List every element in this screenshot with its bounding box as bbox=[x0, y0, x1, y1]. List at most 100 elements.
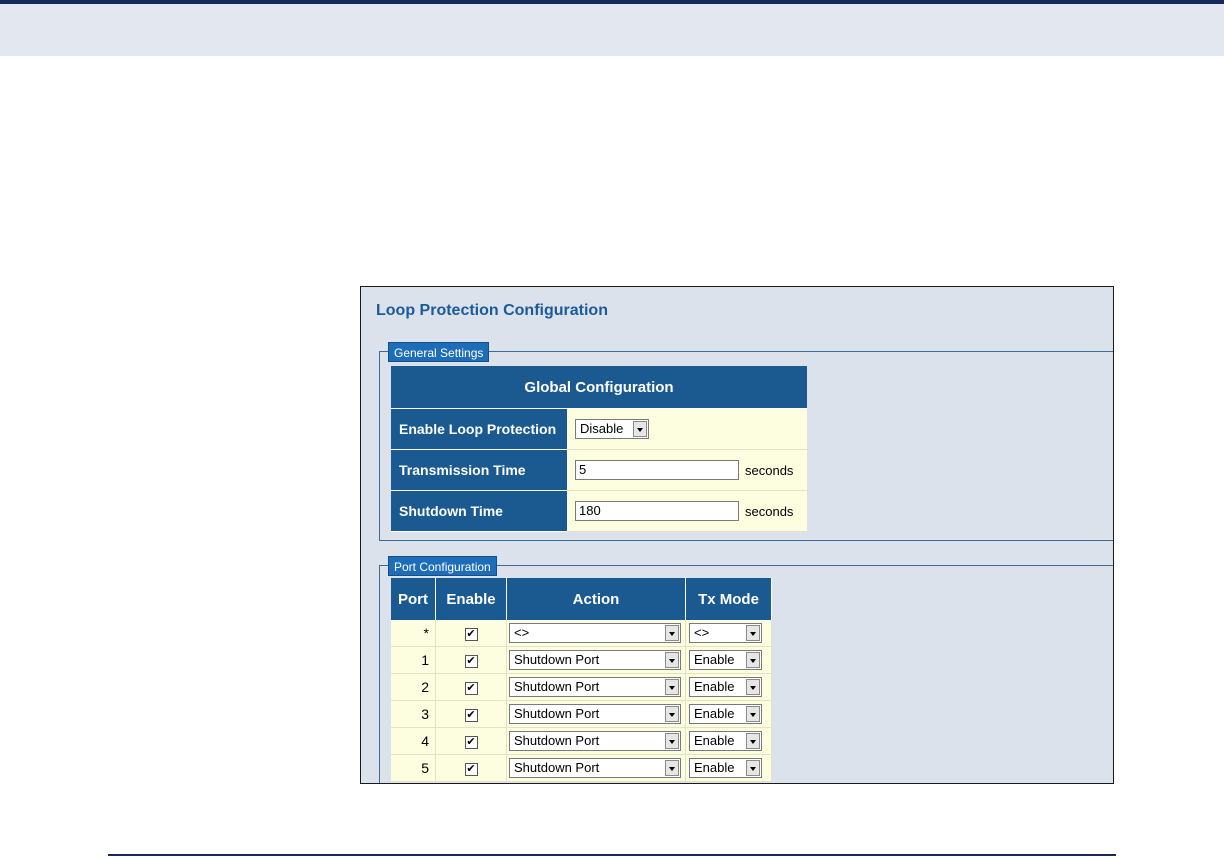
port-number: 1 bbox=[391, 646, 436, 674]
tx-mode-cell: Enable bbox=[685, 700, 772, 728]
checkbox-checked-icon[interactable]: ✔ bbox=[464, 735, 478, 749]
global-configuration-table: Global Configuration Enable Loop Protect… bbox=[391, 366, 807, 532]
action-select[interactable]: Shutdown Port bbox=[509, 731, 681, 751]
enable-cell: ✔ bbox=[435, 646, 507, 674]
port-configuration-legend: Port Configuration bbox=[388, 556, 497, 576]
page-title: Loop Protection Configuration bbox=[376, 302, 608, 319]
action-select[interactable]: <> bbox=[509, 623, 681, 643]
transmission-time-cell: 5 seconds bbox=[567, 449, 807, 491]
tx-mode-select[interactable]: Enable bbox=[689, 731, 762, 751]
port-number: 2 bbox=[391, 673, 436, 701]
tx-mode-value: Enable bbox=[694, 679, 735, 694]
enable-cell: ✔ bbox=[435, 754, 507, 782]
tx-mode-value: Enable bbox=[694, 760, 735, 775]
footer-rule bbox=[108, 854, 1116, 856]
tx-mode-select[interactable]: Enable bbox=[689, 677, 762, 697]
enable-loop-protection-select[interactable]: Disable bbox=[575, 419, 649, 439]
table-row: 3 ✔ Shutdown Port Enable bbox=[391, 700, 772, 728]
action-select[interactable]: Shutdown Port bbox=[509, 677, 681, 697]
action-cell: Shutdown Port bbox=[506, 673, 686, 701]
screenshot-panel: Loop Protection Configuration General Se… bbox=[360, 286, 1114, 784]
chevron-down-icon[interactable] bbox=[665, 706, 679, 722]
action-value: Shutdown Port bbox=[514, 706, 600, 721]
chevron-down-icon[interactable] bbox=[665, 679, 679, 695]
column-header-port: Port bbox=[391, 578, 436, 620]
enable-cell: ✔ bbox=[435, 700, 507, 728]
action-cell: Shutdown Port bbox=[506, 727, 686, 755]
checkbox-checked-icon[interactable]: ✔ bbox=[464, 708, 478, 722]
port-configuration-fieldset: Port Configuration Port Enable Action Tx… bbox=[379, 556, 1113, 783]
chevron-down-icon[interactable] bbox=[746, 625, 760, 641]
tx-mode-value: <> bbox=[694, 625, 710, 640]
enable-cell: ✔ bbox=[435, 727, 507, 755]
checkbox-checked-icon[interactable]: ✔ bbox=[464, 681, 478, 695]
column-header-action: Action bbox=[506, 578, 686, 620]
enable-loop-protection-label: Enable Loop Protection bbox=[391, 408, 567, 450]
column-header-tx-mode: Tx Mode bbox=[685, 578, 772, 620]
table-row: 1 ✔ Shutdown Port Enable bbox=[391, 646, 772, 674]
chevron-down-icon[interactable] bbox=[665, 733, 679, 749]
action-value: Shutdown Port bbox=[514, 652, 600, 667]
tx-mode-select[interactable]: Enable bbox=[689, 704, 762, 724]
tx-mode-cell: <> bbox=[685, 620, 772, 647]
checkbox-checked-icon[interactable]: ✔ bbox=[464, 762, 478, 776]
port-number: 5 bbox=[391, 754, 436, 782]
table-row: Shutdown Time 180 seconds bbox=[391, 490, 807, 532]
enable-cell: ✔ bbox=[435, 673, 507, 701]
action-select[interactable]: Shutdown Port bbox=[509, 704, 681, 724]
action-cell: <> bbox=[506, 620, 686, 647]
enable-loop-protection-cell: Disable bbox=[567, 408, 807, 450]
chevron-down-icon[interactable] bbox=[746, 706, 760, 722]
table-row: Enable Loop Protection Disable bbox=[391, 408, 807, 450]
transmission-time-input[interactable]: 5 bbox=[575, 460, 739, 480]
port-number: 4 bbox=[391, 727, 436, 755]
table-row: 5 ✔ Shutdown Port Enable bbox=[391, 754, 772, 782]
action-cell: Shutdown Port bbox=[506, 700, 686, 728]
table-row: 2 ✔ Shutdown Port Enable bbox=[391, 673, 772, 701]
shutdown-time-input[interactable]: 180 bbox=[575, 501, 739, 521]
chevron-down-icon[interactable] bbox=[665, 625, 679, 641]
general-settings-fieldset: General Settings Global Configuration En… bbox=[379, 342, 1113, 541]
chevron-down-icon[interactable] bbox=[665, 652, 679, 668]
tx-mode-value: Enable bbox=[694, 706, 735, 721]
chevron-down-icon[interactable] bbox=[746, 733, 760, 749]
chevron-down-icon[interactable] bbox=[746, 679, 760, 695]
tx-mode-cell: Enable bbox=[685, 727, 772, 755]
chevron-down-icon[interactable] bbox=[633, 421, 647, 437]
enable-cell: ✔ bbox=[435, 620, 507, 647]
shutdown-time-unit: seconds bbox=[745, 503, 794, 519]
action-select[interactable]: Shutdown Port bbox=[509, 758, 681, 778]
action-cell: Shutdown Port bbox=[506, 754, 686, 782]
port-configuration-table: Port Enable Action Tx Mode * ✔ <> <> 1 ✔… bbox=[391, 578, 772, 782]
action-value: Shutdown Port bbox=[514, 679, 600, 694]
general-settings-legend: General Settings bbox=[388, 342, 490, 362]
action-value: Shutdown Port bbox=[514, 760, 600, 775]
tx-mode-select[interactable]: Enable bbox=[689, 650, 762, 670]
tx-mode-value: Enable bbox=[694, 652, 735, 667]
chevron-down-icon[interactable] bbox=[746, 652, 760, 668]
checkbox-checked-icon[interactable]: ✔ bbox=[464, 627, 478, 641]
global-configuration-header: Global Configuration bbox=[391, 366, 807, 409]
table-row: 4 ✔ Shutdown Port Enable bbox=[391, 727, 772, 755]
chevron-down-icon[interactable] bbox=[746, 760, 760, 776]
column-header-enable: Enable bbox=[435, 578, 507, 620]
action-value: <> bbox=[514, 625, 530, 640]
tx-mode-cell: Enable bbox=[685, 754, 772, 782]
table-row: * ✔ <> <> bbox=[391, 620, 772, 647]
transmission-time-label: Transmission Time bbox=[391, 449, 567, 491]
action-cell: Shutdown Port bbox=[506, 646, 686, 674]
checkbox-checked-icon[interactable]: ✔ bbox=[464, 654, 478, 668]
tx-mode-select[interactable]: Enable bbox=[689, 758, 762, 778]
tx-mode-cell: Enable bbox=[685, 673, 772, 701]
tx-mode-select[interactable]: <> bbox=[689, 623, 762, 643]
page-header-band bbox=[0, 0, 1224, 56]
shutdown-time-label: Shutdown Time bbox=[391, 490, 567, 532]
chevron-down-icon[interactable] bbox=[665, 760, 679, 776]
tx-mode-value: Enable bbox=[694, 733, 735, 748]
table-row: Transmission Time 5 seconds bbox=[391, 449, 807, 491]
action-value: Shutdown Port bbox=[514, 733, 600, 748]
port-number: * bbox=[391, 620, 436, 647]
tx-mode-cell: Enable bbox=[685, 646, 772, 674]
transmission-time-unit: seconds bbox=[745, 462, 794, 478]
action-select[interactable]: Shutdown Port bbox=[509, 650, 681, 670]
